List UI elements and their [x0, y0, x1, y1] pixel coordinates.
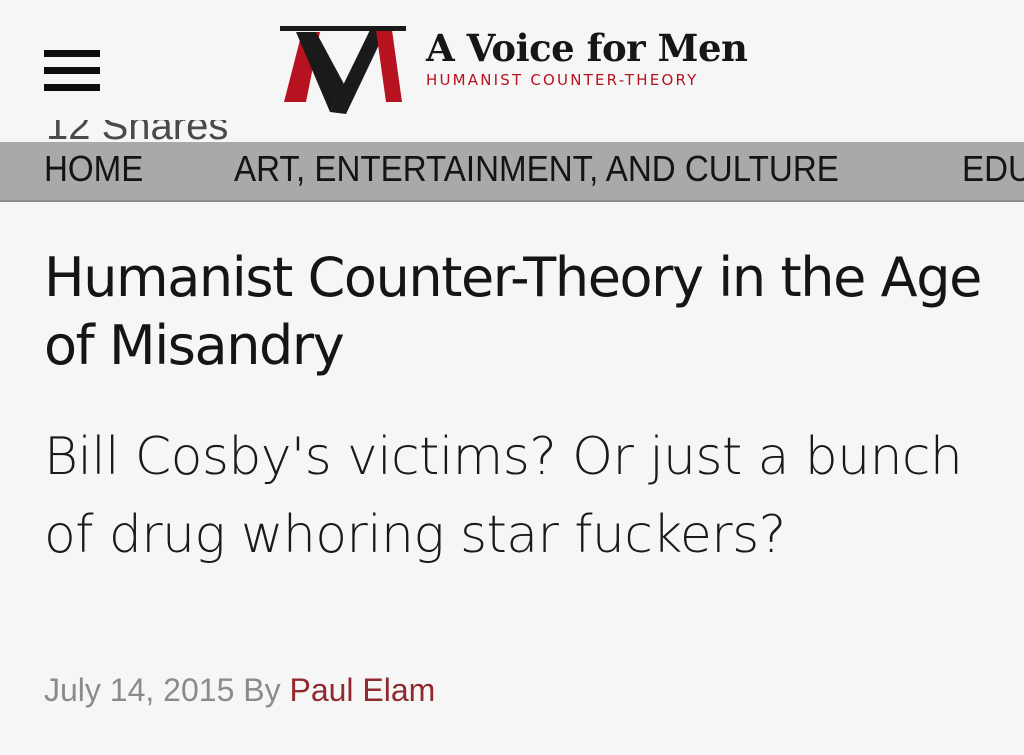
article-title[interactable]: Bill Cosby's victims? Or just a bunch of… — [44, 418, 1004, 574]
avfm-logo-icon — [280, 26, 406, 114]
main-nav: HOME ART, ENTERTAINMENT, AND CULTURE EDU — [0, 142, 1024, 202]
nav-item-art-entertainment-culture[interactable]: ART, ENTERTAINMENT, AND CULTURE — [234, 147, 839, 191]
menu-bar — [44, 50, 100, 57]
site-tagline: HUMANIST COUNTER-THEORY — [426, 71, 699, 89]
menu-bar — [44, 84, 100, 91]
nav-item-home[interactable]: HOME — [44, 147, 143, 191]
publish-date: July 14, 2015 — [44, 672, 235, 708]
by-label: By — [243, 672, 281, 708]
site-title: Humanist Counter-Theory in the Age of Mi… — [44, 246, 982, 377]
author-link[interactable]: Paul Elam — [289, 672, 435, 708]
site-logo[interactable]: A Voice for Men HUMANIST COUNTER-THEORY — [280, 22, 770, 118]
hamburger-menu-icon[interactable] — [44, 50, 100, 92]
site-name: A Voice for Men — [426, 26, 748, 70]
menu-bar — [44, 67, 100, 74]
share-count: 12 Shares — [46, 120, 229, 144]
nav-item-education[interactable]: EDU — [962, 147, 1024, 191]
byline: July 14, 2015 By Paul Elam — [44, 672, 435, 709]
